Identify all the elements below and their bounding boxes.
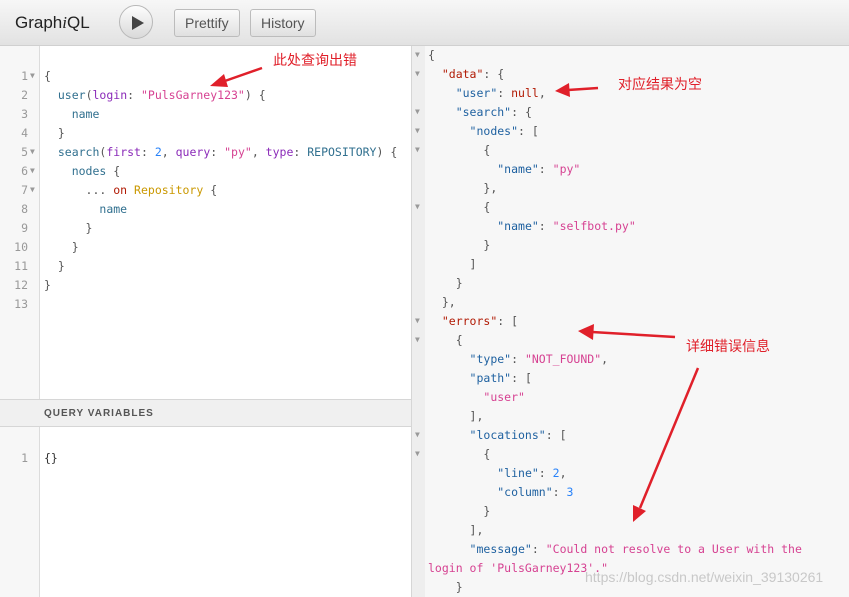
annotation-arrows (210, 66, 700, 522)
annotation-error-detail: 详细错误信息 (686, 338, 770, 354)
annotation-query-error: 此处查询出错 (273, 52, 357, 68)
annotation-null-result: 对应结果为空 (618, 76, 702, 92)
watermark: https://blog.csdn.net/weixin_39130261 (585, 569, 824, 585)
